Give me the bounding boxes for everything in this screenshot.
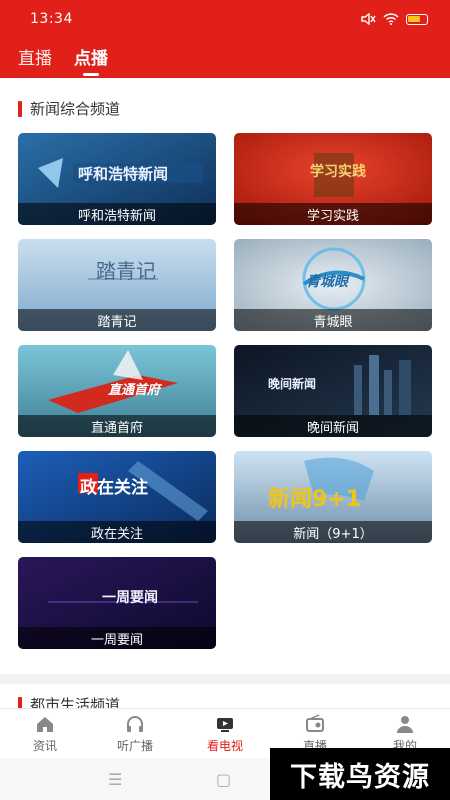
user-icon [397, 715, 413, 733]
card-caption: 踏青记 [18, 309, 216, 331]
thumbnail-title: 呼和浩特新闻 [78, 165, 169, 183]
status-icons [360, 13, 428, 25]
nav-label: 听广播 [116, 738, 153, 753]
nav-item-news[interactable]: 资讯 [0, 709, 90, 758]
thumbnail-title: 新闻9+1 [268, 487, 362, 512]
section-city-life-channel: 都市生活频道 [18, 694, 120, 708]
program-card-spring-outing[interactable]: 踏青记 踏青记 [18, 239, 216, 331]
thumbnail-title: 政在关注 [80, 478, 148, 498]
card-caption: 呼和浩特新闻 [18, 203, 216, 225]
program-card-policy-focus[interactable]: 政在关注 政在关注 [18, 451, 216, 543]
thumbnail-title: 晚间新闻 [268, 377, 317, 391]
nav-label: 资讯 [32, 738, 57, 753]
wifi-icon [383, 13, 399, 25]
program-card-hohhot-news[interactable]: 呼和浩特新闻 呼和浩特新闻 [18, 133, 216, 225]
card-caption: 学习实践 [234, 203, 432, 225]
section-news-channel: 新闻综合频道 [18, 98, 120, 119]
section-title-text: 都市生活频道 [30, 696, 121, 708]
program-card-qingcheng-eye[interactable]: 青城眼 青城眼 [234, 239, 432, 331]
card-caption: 青城眼 [234, 309, 432, 331]
battery-icon [406, 13, 428, 25]
tab-on-demand[interactable]: 点播 [74, 44, 108, 69]
nav-item-radio[interactable]: 听广播 [90, 709, 180, 758]
home-icon [37, 716, 53, 732]
thumbnail-title: 青城眼 [306, 274, 348, 290]
section-title-text: 新闻综合频道 [30, 100, 121, 118]
card-caption: 直通首府 [18, 415, 216, 437]
nav-item-tv[interactable]: 看电视 [180, 709, 270, 758]
main-content[interactable]: 新闻综合频道 呼和浩特新闻 呼和浩特新闻 学习实践 学习实践 踏青记 踏青记 青… [0, 78, 450, 708]
top-bar: 13:34 直播 点播 [0, 0, 450, 78]
card-caption: 新闻（9+1） [234, 521, 432, 543]
thumbnail-title: 直通首府 [108, 383, 161, 398]
thumbnail-title: 学习实践 [310, 164, 366, 180]
card-caption: 一周要闻 [18, 627, 216, 649]
program-card-direct-capital[interactable]: 直通首府 直通首府 [18, 345, 216, 437]
status-time: 13:34 [30, 11, 73, 27]
program-card-study-practice[interactable]: 学习实践 学习实践 [234, 133, 432, 225]
tab-live[interactable]: 直播 [18, 44, 52, 69]
thumbnail-title: 一周要闻 [102, 590, 158, 606]
section-accent-bar [18, 696, 22, 708]
headphones-icon [127, 715, 143, 732]
section-divider [0, 674, 450, 684]
menu-icon[interactable]: ☰ [108, 770, 122, 789]
program-card-weekly-news[interactable]: 一周要闻 一周要闻 [18, 557, 216, 649]
program-card-news-9-plus-1[interactable]: 新闻9+1 新闻（9+1） [234, 451, 432, 543]
thumbnail-title: 踏青记 [96, 259, 156, 283]
watermark-logo: 下载鸟资源 [270, 748, 450, 800]
header-tabs: 直播 点播 [18, 44, 108, 69]
section-accent-bar [18, 100, 22, 117]
status-bar: 13:34 [0, 0, 450, 38]
radio-icon [306, 713, 324, 732]
tv-icon [217, 717, 233, 732]
nav-label: 看电视 [206, 738, 243, 753]
program-card-evening-news[interactable]: 晚间新闻 晚间新闻 [234, 345, 432, 437]
app-screen: 13:34 直播 点播 新闻综合频道 呼和浩特新闻 呼和浩特新闻 学习实践 学习… [0, 0, 450, 800]
mute-icon [361, 13, 376, 25]
card-caption: 晚间新闻 [234, 415, 432, 437]
card-caption: 政在关注 [18, 521, 216, 543]
home-button-icon[interactable]: ▢ [216, 770, 231, 789]
